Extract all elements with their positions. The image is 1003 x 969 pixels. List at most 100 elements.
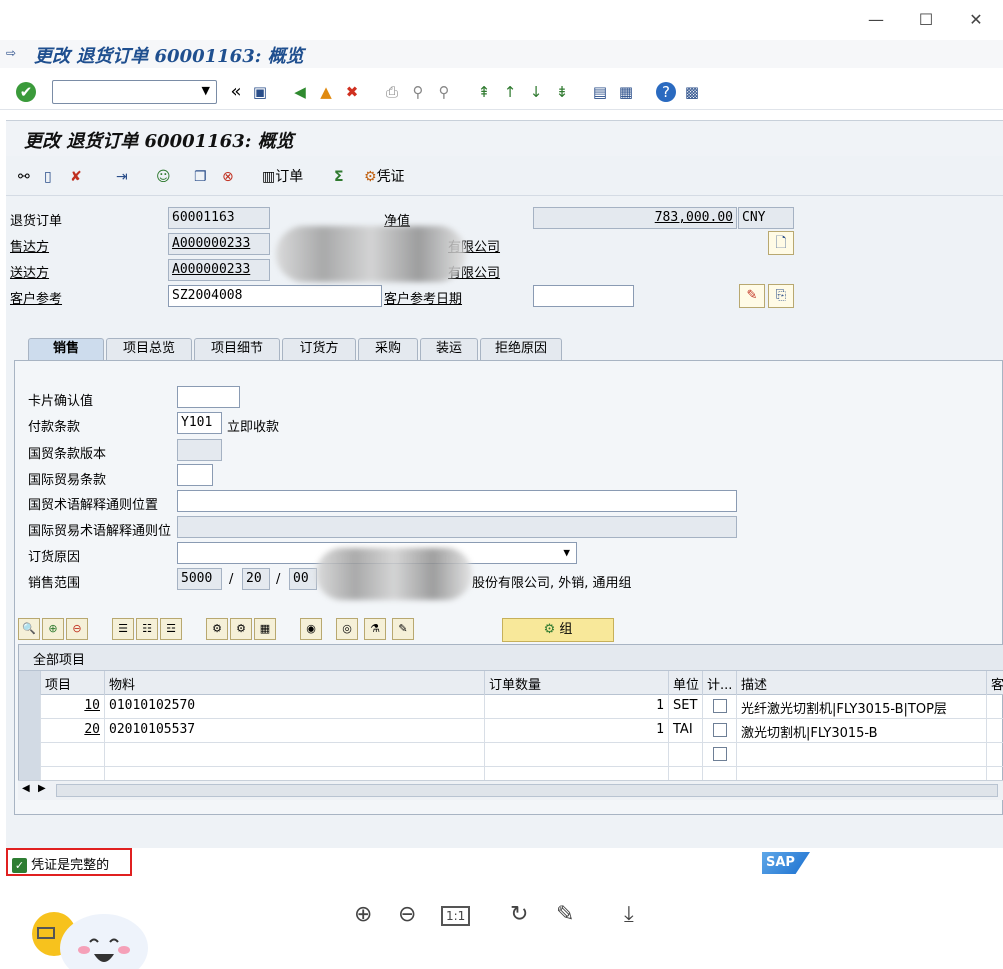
desc-cell[interactable] <box>737 767 987 780</box>
edit-icon[interactable]: ✎ <box>556 902 574 927</box>
ship-to-field[interactable]: A000000233 <box>168 259 270 281</box>
material-cell[interactable] <box>105 767 485 780</box>
material-cell[interactable]: 02010105537 <box>105 719 485 743</box>
actual-size-icon[interactable]: 1:1 <box>441 906 471 926</box>
row-selector[interactable] <box>19 767 41 780</box>
minimize-button[interactable]: — <box>862 8 890 32</box>
card-confirm-field[interactable] <box>177 386 240 408</box>
maximize-button[interactable]: ☐ <box>912 8 940 32</box>
row-selector[interactable] <box>19 743 41 767</box>
help-icon[interactable]: ? <box>656 82 676 102</box>
desc-cell[interactable]: 光纤激光切割机|FLY3015-B|TOP层 <box>737 695 987 719</box>
material-cell[interactable]: 01010102570 <box>105 695 485 719</box>
unit-cell[interactable] <box>669 767 703 780</box>
tab-rejection-reason[interactable]: 拒绝原因 <box>480 338 562 360</box>
header-detail-icon[interactable]: ⎘ <box>768 284 794 308</box>
checkbox[interactable] <box>712 698 727 713</box>
exit-icon[interactable]: ⇨ <box>6 46 20 60</box>
select-all-cell[interactable] <box>19 671 41 695</box>
rotate-icon[interactable]: ↻ <box>510 902 528 927</box>
order-button[interactable]: ▥ 订单 <box>262 166 303 188</box>
select-block-icon[interactable]: ☷ <box>136 618 158 640</box>
column-header-item[interactable]: 项目 <box>41 671 105 695</box>
qty-cell[interactable] <box>485 743 669 767</box>
deselect-all-icon[interactable]: ☲ <box>160 618 182 640</box>
last-page-icon[interactable]: ⇟ <box>552 82 572 102</box>
group-button[interactable]: ⚙ 组 <box>502 618 614 642</box>
incoterms-field[interactable] <box>177 464 213 486</box>
table-row[interactable] <box>19 743 1003 767</box>
create-icon[interactable]: ▯ <box>44 166 52 188</box>
column-header-unit[interactable]: 单位 <box>669 671 703 695</box>
column-header-qty[interactable]: 订单数量 <box>485 671 669 695</box>
table-row[interactable]: 20 02010105537 1 TAI 激光切割机|FLY3015-B <box>19 719 1003 743</box>
find-next-icon[interactable]: ⚲ <box>434 82 454 102</box>
return-order-field[interactable]: 60001163 <box>168 207 270 229</box>
next-page-icon[interactable]: ↓ <box>526 82 546 102</box>
save-icon[interactable]: ▣ <box>250 82 270 102</box>
edit-icon[interactable]: ✎ <box>392 618 414 640</box>
pricing-icon[interactable]: ◎ <box>336 618 358 640</box>
doc-complete-indicator[interactable]: ✓ 凭证是完整的 <box>6 848 132 876</box>
exit-icon[interactable]: ▲ <box>316 82 336 102</box>
print-icon[interactable]: ⎙ <box>382 82 402 102</box>
close-button[interactable]: ✕ <box>962 8 990 32</box>
zoom-in-icon[interactable]: ⊕ <box>354 902 372 927</box>
unit-cell[interactable] <box>669 743 703 767</box>
item-number[interactable]: 10 <box>41 695 105 719</box>
customer-ref-date-field[interactable] <box>533 285 634 307</box>
cancel-icon[interactable]: ✖ <box>342 82 362 102</box>
row-selector[interactable] <box>19 719 41 743</box>
copy-icon[interactable]: ❐ <box>194 166 207 188</box>
division-field[interactable]: 00 <box>289 568 317 590</box>
bom-icon[interactable]: ▦ <box>254 618 276 640</box>
sales-org-field[interactable]: 5000 <box>177 568 222 590</box>
delete-row-icon[interactable]: ⊖ <box>66 618 88 640</box>
cost-icon[interactable]: ◉ <box>300 618 322 640</box>
dist-channel-field[interactable]: 20 <box>242 568 270 590</box>
find-icon[interactable]: ⚲ <box>408 82 428 102</box>
address-icon[interactable]: ✎ <box>739 284 765 308</box>
column-header-desc[interactable]: 描述 <box>737 671 987 695</box>
sold-to-field[interactable]: A000000233 <box>168 233 270 255</box>
scroll-left-icon[interactable]: ◀ <box>22 783 30 794</box>
desc-cell[interactable]: 激光切割机|FLY3015-B <box>737 719 987 743</box>
item-number[interactable] <box>41 743 105 767</box>
new-session-icon[interactable]: ▤ <box>590 82 610 102</box>
document-icon[interactable]: 🗋 <box>768 231 794 255</box>
chevron-down-icon[interactable]: ▼ <box>563 546 570 559</box>
calc-cell[interactable] <box>703 695 737 719</box>
calc-cell[interactable] <box>703 767 737 780</box>
net-value-field[interactable]: 783,000.00 <box>533 207 737 229</box>
tab-ordering-party[interactable]: 订货方 <box>282 338 356 360</box>
availability-icon[interactable]: ⚗ <box>364 618 386 640</box>
scroll-right-icon[interactable]: ▶ <box>38 783 46 794</box>
back-icon[interactable]: ◀ <box>290 82 310 102</box>
checkbox[interactable] <box>712 746 727 761</box>
tab-sales[interactable]: 销售 <box>28 338 104 360</box>
tab-item-detail[interactable]: 项目细节 <box>194 338 280 360</box>
select-all-icon[interactable]: ☰ <box>112 618 134 640</box>
horizontal-scrollbar[interactable]: ◀ ▶ <box>18 780 1003 800</box>
customer-ref-field[interactable]: SZ2004008 <box>168 285 382 307</box>
voucher-button[interactable]: ⚙ 凭证 <box>364 166 405 188</box>
column-header-calc[interactable]: 计... <box>703 671 737 695</box>
sum-icon[interactable]: Σ <box>334 166 344 188</box>
download-icon[interactable]: ⤓ <box>624 902 634 927</box>
table-row[interactable] <box>19 767 1003 781</box>
shortcut-icon[interactable]: ▦ <box>616 82 636 102</box>
insert-row-icon[interactable]: ⊕ <box>42 618 64 640</box>
qty-cell[interactable]: 1 <box>485 719 669 743</box>
layout-menu-icon[interactable]: ▩ <box>682 82 702 102</box>
incoterms-location-field[interactable] <box>177 490 737 512</box>
unit-cell[interactable]: SET <box>669 695 703 719</box>
table-row[interactable]: 10 01010102570 1 SET 光纤激光切割机|FLY3015-B|T… <box>19 695 1003 719</box>
prev-page-icon[interactable]: ↑ <box>500 82 520 102</box>
item-number[interactable] <box>41 767 105 780</box>
zoom-out-icon[interactable]: ⊖ <box>398 902 416 927</box>
double-chevron-left-icon[interactable]: « <box>226 82 246 102</box>
currency-field[interactable]: CNY <box>738 207 794 229</box>
payment-terms-field[interactable]: Y101 <box>177 412 222 434</box>
calc-cell[interactable] <box>703 719 737 743</box>
checkbox[interactable] <box>712 722 727 737</box>
